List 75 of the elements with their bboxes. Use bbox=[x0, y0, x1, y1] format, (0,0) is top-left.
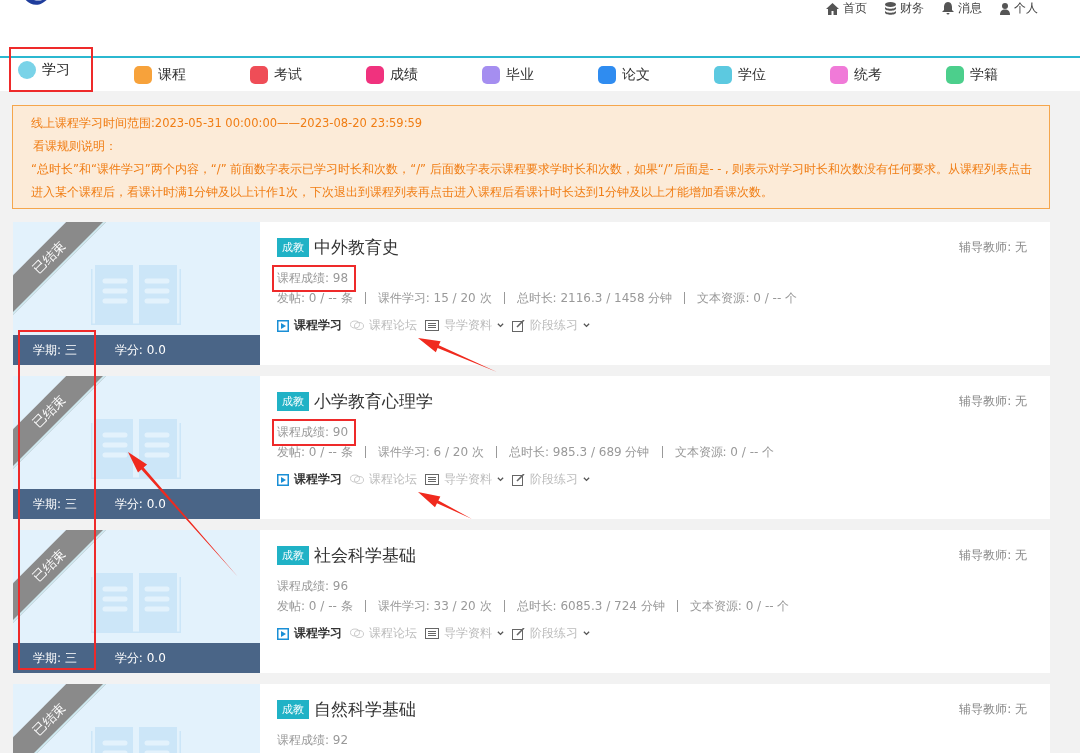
term-label: 学期: 三 bbox=[33, 341, 77, 359]
nav-tab[interactable]: 考试 bbox=[242, 58, 358, 91]
caret-icon bbox=[497, 322, 504, 329]
category-tag: 成教 bbox=[277, 238, 309, 257]
stat-text: 发帖: 0 / -- 条 bbox=[277, 292, 354, 304]
stat-text: 发帖: 0 / -- 条 bbox=[277, 600, 354, 612]
course-title[interactable]: 小学教育心理学 bbox=[314, 390, 433, 413]
home-icon bbox=[826, 2, 839, 15]
play-icon bbox=[277, 627, 289, 640]
course-action-link[interactable]: 课程学习 bbox=[277, 471, 342, 488]
list-icon bbox=[425, 474, 439, 485]
stat-text: 文本资源: 0 / -- 个 bbox=[661, 446, 787, 458]
user-icon bbox=[1000, 2, 1010, 15]
score-text: 课程成绩: 90 bbox=[274, 421, 355, 444]
stat-text: 文本资源: 0 / -- 个 bbox=[684, 292, 810, 304]
nav-tab[interactable]: 学位 bbox=[706, 58, 822, 91]
play-icon bbox=[277, 319, 289, 332]
credit-label: 学分: 0.0 bbox=[114, 495, 166, 513]
bell-icon bbox=[942, 2, 954, 15]
nav-tab[interactable]: 课程 bbox=[126, 58, 242, 91]
course-title[interactable]: 中外教育史 bbox=[314, 236, 399, 259]
notice-text: 线上课程学习时间范围:2023-05-31 00:00:00——2023-08-20 23:59:59 bbox=[31, 115, 424, 132]
list-icon bbox=[425, 628, 439, 639]
stat-text: 课件学习: 33 / 20 次 bbox=[364, 600, 504, 612]
stat-text: 文本资源: 0 / -- 个 bbox=[676, 600, 802, 612]
term-label: 学期: 三 bbox=[33, 495, 77, 513]
notice-text: 看课规则说明： bbox=[32, 138, 118, 155]
nav-tab[interactable]: 学习 bbox=[10, 48, 92, 91]
score-text: 课程成绩: 92 bbox=[276, 732, 350, 749]
nav-link[interactable]: 财务 bbox=[885, 0, 924, 17]
chat-icon bbox=[350, 320, 364, 331]
caret-icon bbox=[497, 476, 504, 483]
caret-icon bbox=[583, 476, 590, 483]
course-action-link[interactable]: 课程学习 bbox=[277, 625, 342, 642]
course-title[interactable]: 自然科学基础 bbox=[314, 698, 416, 721]
chat-icon bbox=[350, 474, 364, 485]
stat-text: 课件学习: 15 / 20 次 bbox=[364, 292, 504, 304]
term-label: 学期: 三 bbox=[33, 649, 77, 667]
teacher-label: 辅导教师: 无 bbox=[959, 393, 1027, 410]
nav-link[interactable]: 个人 bbox=[1000, 0, 1038, 17]
caret-icon bbox=[583, 630, 590, 637]
edit-icon bbox=[512, 473, 525, 486]
score-text: 课程成绩: 98 bbox=[274, 267, 355, 290]
category-tag: 成教 bbox=[277, 546, 309, 565]
course-action-link[interactable]: 课程学习 bbox=[277, 317, 342, 334]
nav-tab[interactable]: 论文 bbox=[590, 58, 706, 91]
stat-text: 总时长: 2116.3 / 1458 分钟 bbox=[503, 292, 685, 304]
caret-icon bbox=[497, 630, 504, 637]
category-tag: 成教 bbox=[277, 392, 309, 411]
coin-stack-icon bbox=[885, 2, 896, 15]
caret-icon bbox=[583, 322, 590, 329]
nav-tab[interactable]: 统考 bbox=[822, 58, 938, 91]
teacher-label: 辅导教师: 无 bbox=[959, 547, 1027, 564]
stat-text: 课件学习: 6 / 20 次 bbox=[364, 446, 496, 458]
stat-text: 总时长: 6085.3 / 724 分钟 bbox=[503, 600, 677, 612]
edit-icon bbox=[512, 319, 525, 332]
list-icon bbox=[425, 320, 439, 331]
stat-text: 总时长: 985.3 / 689 分钟 bbox=[495, 446, 662, 458]
notice-text: “总时长”和“课件学习”两个内容，“/” 前面数字表示已学习时长和次数，“/” 后面数字表示课程要求学时长和次数，如果“/”后面是- - , 则表示对学习时长和次数没有任何要求。从课程列表点击进入某个课程后，看课计时满1分钟及以上计作1次，下次退出到课程列表再点击进入课程后看课计时长达到1分钟及以上才能增加看课次数。 bbox=[31, 161, 1034, 201]
nav-tab[interactable]: 成绩 bbox=[358, 58, 474, 91]
chat-icon bbox=[350, 628, 364, 639]
nav-link[interactable]: 首页 bbox=[826, 0, 867, 17]
nav-tab[interactable]: 学籍 bbox=[938, 58, 1054, 91]
course-title[interactable]: 社会科学基础 bbox=[314, 544, 416, 567]
category-tag: 成教 bbox=[277, 700, 309, 719]
credit-label: 学分: 0.0 bbox=[114, 649, 166, 667]
teacher-label: 辅导教师: 无 bbox=[959, 701, 1027, 718]
teacher-label: 辅导教师: 无 bbox=[959, 239, 1027, 256]
edit-icon bbox=[512, 627, 525, 640]
score-text: 课程成绩: 96 bbox=[276, 578, 350, 595]
play-icon bbox=[277, 473, 289, 486]
nav-link[interactable]: 消息 bbox=[942, 0, 982, 17]
credit-label: 学分: 0.0 bbox=[114, 341, 166, 359]
stat-text: 发帖: 0 / -- 条 bbox=[277, 446, 354, 458]
nav-tab[interactable]: 毕业 bbox=[474, 58, 590, 91]
